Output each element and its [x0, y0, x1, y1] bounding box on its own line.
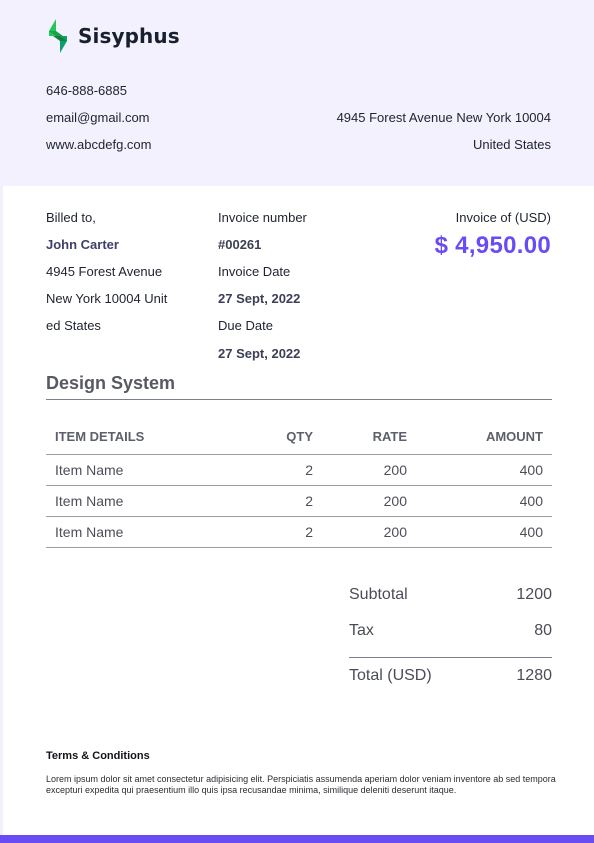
- tax-label: Tax: [349, 622, 374, 639]
- billed-to-label: Billed to,: [46, 210, 96, 225]
- due-date: 27 Sept, 2022: [218, 346, 301, 361]
- item-rate: 200: [322, 485, 416, 517]
- table-header-row: ITEM DETAILS QTY RATE AMOUNT: [46, 420, 552, 455]
- subtotal-row: Subtotal 1200: [349, 584, 552, 620]
- header-item-details: ITEM DETAILS: [46, 420, 236, 455]
- header-qty: QTY: [236, 420, 322, 455]
- billed-to: Billed to, John Carter 4945 Forest Avenu…: [46, 211, 167, 346]
- invoice-date: 27 Sept, 2022: [218, 291, 301, 306]
- total-label: Total (USD): [349, 667, 432, 684]
- due-date-label: Due Date: [218, 318, 273, 333]
- client-address-line2: New York 10004 Unit: [46, 291, 168, 306]
- tax-row: Tax 80: [349, 620, 552, 656]
- subtotal-value: 1200: [516, 586, 552, 603]
- subtotal-label: Subtotal: [349, 586, 408, 603]
- project-section: Design System: [46, 373, 552, 400]
- header-rate: RATE: [322, 420, 416, 455]
- terms-body: Lorem ipsum dolor sit amet consectetur a…: [46, 774, 556, 795]
- invoice-number-label: Invoice number: [218, 210, 307, 225]
- company-country: United States: [472, 137, 551, 152]
- company-street: 4945 Forest Avenue New York 10004: [336, 110, 551, 125]
- item-qty: 2: [236, 454, 322, 486]
- items-table: ITEM DETAILS QTY RATE AMOUNT Item Name 2…: [46, 420, 552, 548]
- item-amount: 400: [416, 516, 552, 548]
- item-qty: 2: [236, 485, 322, 517]
- client-address-line1: 4945 Forest Avenue: [46, 264, 163, 279]
- total-value: 1280: [516, 667, 552, 684]
- client-name: John Carter: [46, 237, 119, 252]
- invoice-date-label: Invoice Date: [218, 264, 291, 279]
- invoice-amount: $ 4,950.00: [434, 232, 551, 259]
- item-qty: 2: [236, 516, 322, 548]
- brand-name: Sisyphus: [78, 24, 180, 48]
- tax-value: 80: [534, 622, 552, 639]
- table-row: Item Name 2 200 400: [46, 485, 552, 517]
- invoice-meta: Invoice number #00261 Invoice Date 27 Se…: [218, 211, 307, 367]
- header-amount: AMOUNT: [416, 420, 552, 455]
- item-amount: 400: [416, 485, 552, 517]
- terms-section: Terms & Conditions Lorem ipsum dolor sit…: [46, 749, 556, 796]
- left-edge-decoration: [0, 186, 3, 836]
- contact-email: email@gmail.com: [46, 110, 150, 125]
- total-row: Total (USD) 1280: [349, 657, 552, 693]
- table-row: Item Name 2 200 400: [46, 516, 552, 548]
- contact-website: www.abcdefg.com: [46, 137, 152, 152]
- item-name: Item Name: [46, 516, 236, 548]
- terms-title: Terms & Conditions: [46, 750, 150, 762]
- brand: Sisyphus: [46, 19, 180, 53]
- item-rate: 200: [322, 516, 416, 548]
- company-address: 4945 Forest Avenue New York 10004 United…: [337, 111, 551, 165]
- invoice-amount-box: Invoice of (USD) $ 4,950.00: [435, 211, 551, 260]
- contact-info: 646-888-6885 email@gmail.com www.abcdefg…: [46, 84, 152, 165]
- invoice-number: #00261: [218, 237, 262, 252]
- item-rate: 200: [322, 454, 416, 486]
- bottom-accent-bar: [0, 835, 594, 843]
- project-title: Design System: [46, 373, 176, 393]
- invoice-page: Sisyphus 646-888-6885 email@gmail.com ww…: [0, 0, 594, 843]
- client-address-line3: ed States: [46, 318, 101, 333]
- contact-phone: 646-888-6885: [46, 83, 127, 98]
- item-amount: 400: [416, 454, 552, 486]
- table-row: Item Name 2 200 400: [46, 454, 552, 486]
- item-name: Item Name: [46, 485, 236, 517]
- invoice-header: Sisyphus 646-888-6885 email@gmail.com ww…: [0, 0, 594, 186]
- bolt-logo-icon: [49, 19, 67, 53]
- item-name: Item Name: [46, 454, 236, 486]
- invoice-amount-label: Invoice of (USD): [455, 210, 551, 225]
- totals-section: Subtotal 1200 Tax 80 Total (USD) 1280: [349, 584, 552, 693]
